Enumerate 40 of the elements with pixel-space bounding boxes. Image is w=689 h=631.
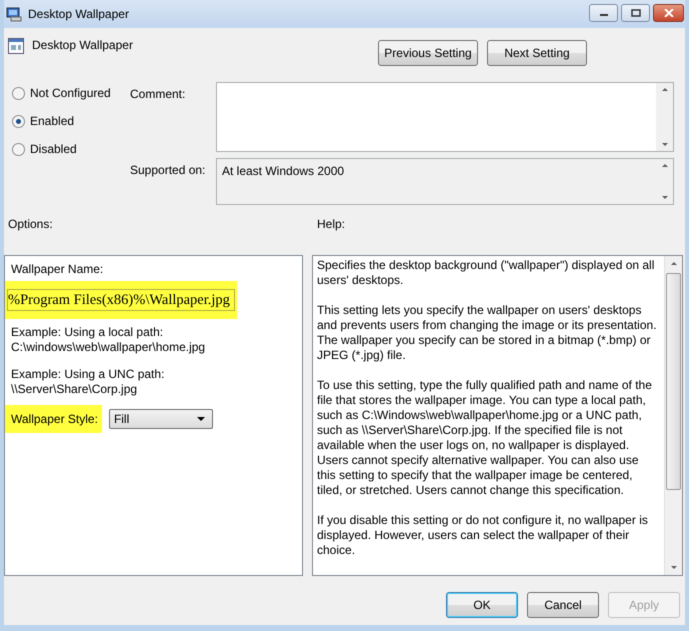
nav-button[interactable]: Previous Setting xyxy=(378,40,478,66)
scrollbar[interactable] xyxy=(664,256,682,575)
dialog-button[interactable]: Cancel xyxy=(527,592,599,618)
example-path: C:\windows\web\wallpaper\home.jpg xyxy=(10,340,206,355)
path-field[interactable]: %Program Files(x86)%\Wallpaper.jpg xyxy=(7,289,235,311)
settings-window-icon xyxy=(8,38,24,54)
comment-label: Comment: xyxy=(130,86,186,103)
computer-icon xyxy=(6,6,22,22)
close-button[interactable] xyxy=(653,4,684,22)
dialog-button[interactable]: OK xyxy=(446,592,518,618)
help-paragraph: To use this setting, type the fully qualified path and name of the file that stores the wallpaper image. You can type a local path, such as C:\Windows\web\wallpaper\home.jpg or a UNC path, such as \\Server\Share\Corp.jpg. If the specified file is not available when the user logs on, no wallpaper is displayed. Users cannot specify alternative wallpaper. You can also use this setting to specify that the wallpaper image be centered, tiled, or stretched. Users cannot change this specification. xyxy=(317,378,653,498)
radio-label[interactable]: Not Configured xyxy=(30,86,111,100)
style-dropdown[interactable]: Fill xyxy=(108,409,213,429)
help-label: Help: xyxy=(317,217,346,233)
help-paragraph: If you disable this setting or do not configure it, no wallpaper is displayed. However, users can select the wallpaper of their choice. xyxy=(317,513,649,558)
radio-label[interactable]: Enabled xyxy=(30,114,74,128)
scrollbar[interactable] xyxy=(656,83,673,151)
comment-field[interactable] xyxy=(216,82,674,152)
close-icon xyxy=(664,9,674,17)
radio-label[interactable]: Disabled xyxy=(30,142,77,156)
minimize-button[interactable] xyxy=(589,4,618,22)
maximize-icon xyxy=(630,9,640,17)
radio-button[interactable] xyxy=(12,142,25,156)
window-title: Desktop Wallpaper xyxy=(28,7,129,21)
example-text: Example: Using a UNC path: xyxy=(10,367,166,382)
radio-button[interactable] xyxy=(12,114,25,128)
help-paragraph: This setting lets you specify the wallpaper on users' desktops and prevents users from changing the image or its presentation. The wallpaper you specify can be stored in a bitmap (*.bmp) or JPEG (*.jpg) file. xyxy=(317,303,658,363)
example-path: \\Server\Share\Corp.jpg xyxy=(10,382,138,397)
setting-title: Desktop Wallpaper xyxy=(32,38,133,52)
nav-button[interactable]: Next Setting xyxy=(487,40,587,66)
dropdown-arrow-icon xyxy=(196,417,205,421)
maximize-button[interactable] xyxy=(621,4,650,22)
radio-button[interactable] xyxy=(12,86,25,100)
options-label: Options: xyxy=(7,217,54,233)
supported-field: At least Windows 2000 xyxy=(216,158,674,205)
supported-label: Supported on: xyxy=(130,162,206,179)
help-paragraph: Specifies the desktop background ("wallpaper") displayed on all users' desktops. xyxy=(317,258,656,288)
field-label: Wallpaper Name: xyxy=(10,262,104,277)
field-label: Wallpaper Style: xyxy=(5,405,102,433)
example-text: Example: Using a local path: xyxy=(10,325,164,340)
